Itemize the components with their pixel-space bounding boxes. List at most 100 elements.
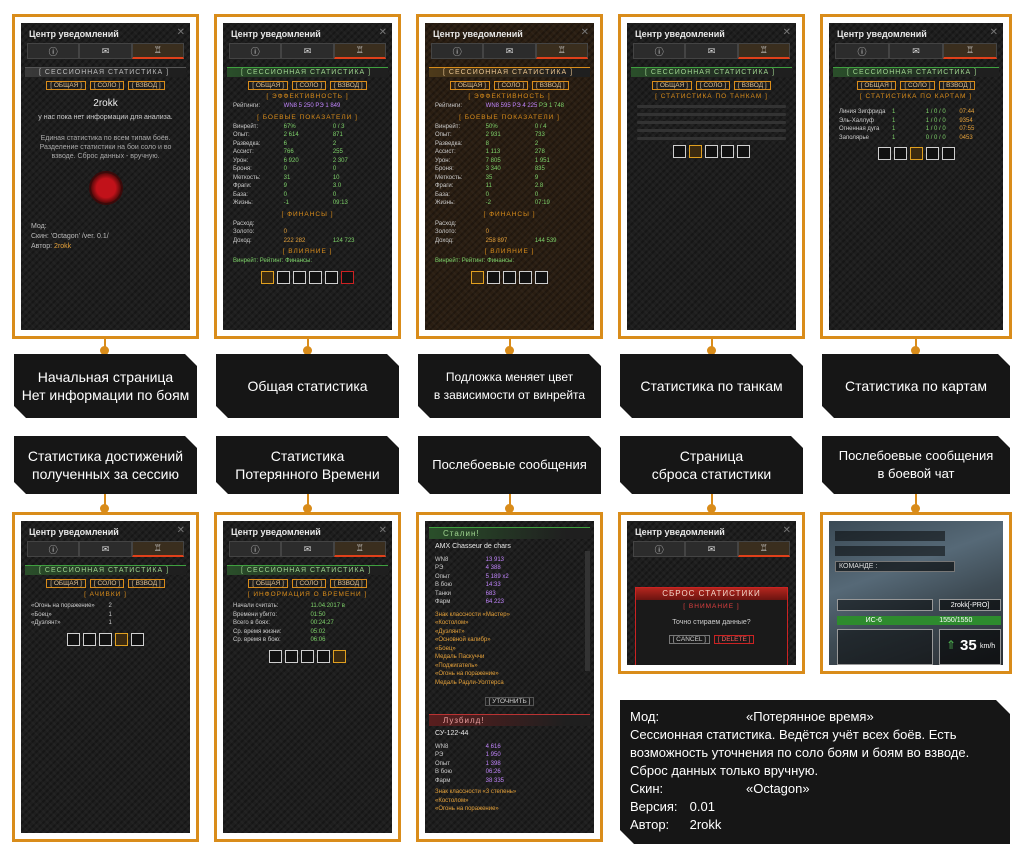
tab-messages[interactable]: ✉ bbox=[79, 43, 132, 59]
tank-stats-icon[interactable] bbox=[689, 145, 702, 158]
mode-platoon-button[interactable]: [ ВЗВОД ] bbox=[330, 579, 367, 588]
tab-stats[interactable]: ♖ bbox=[535, 43, 588, 59]
mode-solo-button[interactable]: [ СОЛО ] bbox=[291, 81, 327, 90]
mode-solo-button[interactable]: [ СОЛО ] bbox=[291, 579, 327, 588]
close-icon[interactable]: ✕ bbox=[990, 27, 998, 38]
mode-platoon-button[interactable]: [ ВЗВОД ] bbox=[734, 81, 771, 90]
mode-solo-button[interactable]: [ СОЛО ] bbox=[89, 579, 125, 588]
general-stats-icon[interactable] bbox=[67, 632, 80, 646]
stat-row: Доход: 222 282 124 723 bbox=[233, 237, 382, 246]
tab-stats[interactable]: ♖ bbox=[333, 43, 386, 59]
reset-icon[interactable] bbox=[341, 270, 354, 284]
general-stats-icon[interactable] bbox=[261, 270, 274, 284]
tab-info[interactable]: ⓘ bbox=[229, 43, 282, 59]
tab-info[interactable]: ⓘ bbox=[27, 43, 80, 59]
tab-stats[interactable]: ♖ bbox=[737, 43, 790, 59]
tab-stats[interactable]: ♖ bbox=[943, 43, 997, 59]
mode-platoon-button[interactable]: [ ВЗВОД ] bbox=[128, 81, 165, 90]
achievements-icon[interactable] bbox=[925, 147, 939, 160]
close-icon[interactable]: ✕ bbox=[177, 27, 185, 38]
tab-info[interactable]: ⓘ bbox=[431, 43, 484, 59]
general-stats-icon[interactable] bbox=[877, 147, 891, 160]
tab-messages[interactable]: ✉ bbox=[685, 43, 738, 59]
finance-header: [ ФИНАНСЫ ] bbox=[281, 210, 334, 218]
tab-info[interactable]: ⓘ bbox=[835, 43, 889, 59]
tab-messages[interactable]: ✉ bbox=[79, 541, 132, 557]
details-button[interactable]: [ УТОЧНИТЬ ] bbox=[484, 697, 535, 706]
general-stats-icon[interactable] bbox=[471, 270, 484, 284]
tab-messages[interactable]: ✉ bbox=[889, 43, 943, 59]
achievements-icon[interactable] bbox=[317, 649, 330, 663]
mode-general-button[interactable]: [ ОБЩАЯ ] bbox=[248, 81, 288, 90]
author-label: Автор: bbox=[31, 243, 53, 250]
map-stats-icon[interactable] bbox=[705, 145, 718, 158]
mode-solo-button[interactable]: [ СОЛО ] bbox=[493, 81, 529, 90]
tank-stats-icon[interactable] bbox=[487, 270, 500, 284]
mode-general-button[interactable]: [ ОБЩАЯ ] bbox=[856, 81, 897, 90]
time-icon[interactable] bbox=[333, 649, 346, 663]
time-icon[interactable] bbox=[535, 270, 548, 284]
general-stats-icon[interactable] bbox=[673, 145, 686, 158]
time-icon[interactable] bbox=[737, 145, 750, 158]
close-icon[interactable]: ✕ bbox=[177, 525, 185, 536]
mode-general-button[interactable]: [ ОБЩАЯ ] bbox=[46, 81, 86, 90]
stat-cell: 35 bbox=[485, 174, 493, 181]
tab-info[interactable]: ⓘ bbox=[229, 541, 282, 557]
stat-row: Фарм 38 335 bbox=[435, 777, 584, 786]
mode-solo-button[interactable]: [ СОЛО ] bbox=[89, 81, 125, 90]
mode-general-button[interactable]: [ ОБЩАЯ ] bbox=[46, 579, 86, 588]
achievements-icon[interactable] bbox=[115, 632, 128, 646]
tab-stats[interactable]: ♖ bbox=[131, 541, 184, 557]
tank-stats-icon[interactable] bbox=[893, 147, 907, 160]
time-icon[interactable] bbox=[325, 270, 338, 284]
tab-stats[interactable]: ♖ bbox=[131, 43, 184, 59]
tab-info[interactable]: ⓘ bbox=[633, 43, 686, 59]
general-stats-icon[interactable] bbox=[269, 649, 282, 663]
tab-messages[interactable]: ✉ bbox=[281, 541, 334, 557]
mode-platoon-button[interactable]: [ ВЗВОД ] bbox=[938, 81, 976, 90]
cancel-button[interactable]: [ CANCEL ] bbox=[668, 635, 710, 644]
tank-stats-icon[interactable] bbox=[83, 632, 96, 646]
mode-platoon-button[interactable]: [ ВЗВОД ] bbox=[128, 579, 165, 588]
achievements-icon[interactable] bbox=[721, 145, 734, 158]
mode-solo-button[interactable]: [ СОЛО ] bbox=[900, 81, 935, 90]
mode-platoon-button[interactable]: [ ВЗВОД ] bbox=[532, 81, 569, 90]
mode-solo-button[interactable]: [ СОЛО ] bbox=[695, 81, 731, 90]
stat-row: Броня: 3 340 835 bbox=[435, 165, 584, 174]
tank-stats-icon[interactable] bbox=[285, 649, 298, 663]
map-stats-icon[interactable] bbox=[99, 632, 112, 646]
influence-header: [ ВЛИЯНИЕ ] bbox=[282, 248, 333, 255]
map-stats-icon[interactable] bbox=[293, 270, 306, 284]
map-stats-icon[interactable] bbox=[909, 147, 923, 160]
tab-messages[interactable]: ✉ bbox=[685, 541, 738, 557]
close-icon[interactable]: ✕ bbox=[783, 525, 791, 536]
map-stats-icon[interactable] bbox=[301, 649, 314, 663]
tank-stats-icon[interactable] bbox=[277, 270, 290, 284]
tab-messages[interactable]: ✉ bbox=[483, 43, 536, 59]
mode-general-button[interactable]: [ ОБЩАЯ ] bbox=[652, 81, 692, 90]
close-icon[interactable]: ✕ bbox=[783, 27, 791, 38]
delete-button[interactable]: [ DELETE ] bbox=[713, 635, 755, 644]
time-icon[interactable] bbox=[131, 632, 144, 646]
mode-general-button[interactable]: [ ОБЩАЯ ] bbox=[450, 81, 490, 90]
close-icon[interactable]: ✕ bbox=[581, 27, 589, 38]
close-icon[interactable]: ✕ bbox=[379, 525, 387, 536]
tab-info[interactable]: ⓘ bbox=[633, 541, 686, 557]
achievements-icon[interactable] bbox=[519, 270, 532, 284]
time-icon[interactable] bbox=[941, 147, 955, 160]
tab-stats[interactable]: ♖ bbox=[737, 541, 790, 557]
stat-cell: База: bbox=[435, 191, 450, 198]
tab-info[interactable]: ⓘ bbox=[27, 541, 80, 557]
tab-messages[interactable]: ✉ bbox=[281, 43, 334, 59]
close-icon[interactable]: ✕ bbox=[379, 27, 387, 38]
team-chat-input[interactable]: КОМАНДЕ : bbox=[835, 561, 955, 572]
tab-stats[interactable]: ♖ bbox=[333, 541, 386, 557]
map-stats-icon[interactable] bbox=[503, 270, 516, 284]
mode-platoon-button[interactable]: [ ВЗВОД ] bbox=[330, 81, 367, 90]
achievements-icon[interactable] bbox=[309, 270, 322, 284]
stat-cell: Опыт bbox=[435, 760, 450, 767]
stat-cell: Линия Зигфрида bbox=[839, 109, 886, 115]
skin-row: Скин: «Octagon» bbox=[630, 780, 1000, 798]
mode-general-button[interactable]: [ ОБЩАЯ ] bbox=[248, 579, 288, 588]
scrollbar[interactable] bbox=[585, 551, 590, 671]
